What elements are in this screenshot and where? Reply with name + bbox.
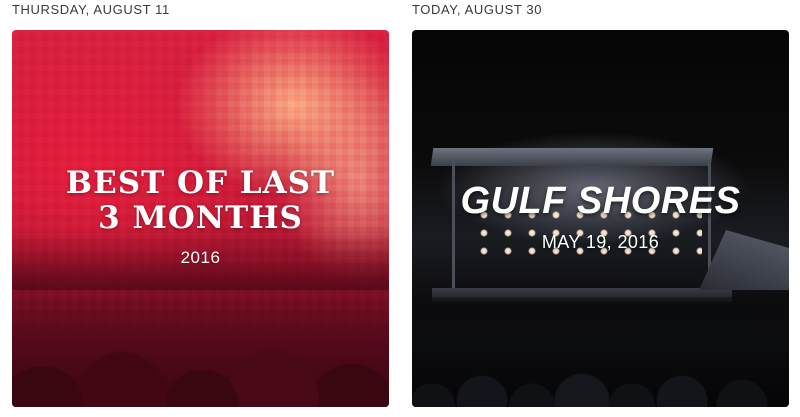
memory-title-line-2: 3 MONTHS <box>98 200 303 236</box>
memory-date-header: THURSDAY, AUGUST 11 <box>12 2 170 17</box>
memory-title: GULF SHORES <box>460 180 741 222</box>
memories-grid: THURSDAY, AUGUST 11 BEST OF LAST 3 MONTH… <box>0 0 800 417</box>
memory-title-line-1: BEST OF LAST <box>65 165 336 201</box>
memory-subtitle: 2016 <box>180 248 221 267</box>
memory-card-best-of-last-3-months[interactable]: BEST OF LAST 3 MONTHS 2016 <box>12 30 389 407</box>
memory-date-header: TODAY, AUGUST 30 <box>412 2 543 17</box>
memory-subtitle: MAY 19, 2016 <box>541 232 660 252</box>
memory-card-gulf-shores[interactable]: GULF SHORES MAY 19, 2016 <box>412 30 789 407</box>
crowd-silhouette <box>412 297 789 407</box>
crowd-silhouette <box>12 257 389 407</box>
memory-title: BEST OF LAST 3 MONTHS <box>12 166 389 236</box>
stage-roof <box>430 148 714 166</box>
